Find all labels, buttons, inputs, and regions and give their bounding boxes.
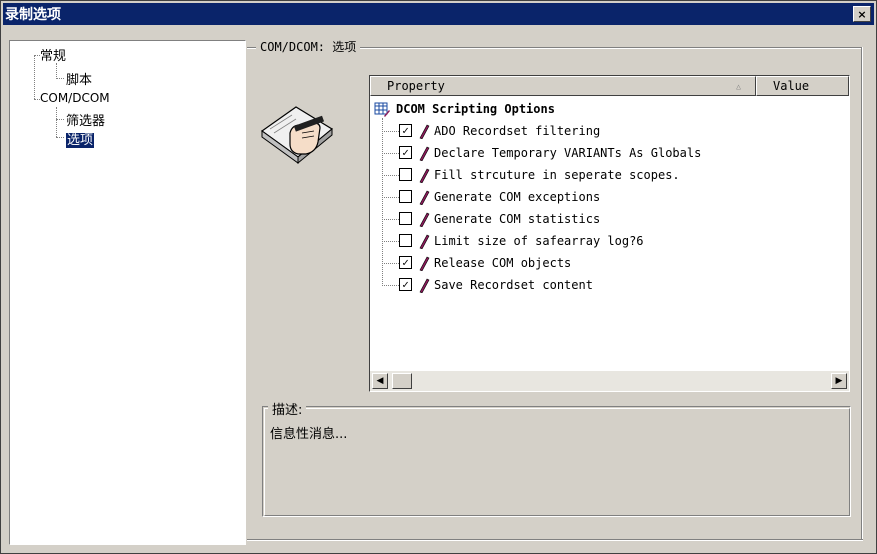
- window-title: 录制选项: [5, 7, 61, 23]
- option-label: Declare Temporary VARIANTs As Globals: [434, 146, 702, 160]
- tree-item-filter[interactable]: 筛选器: [66, 110, 105, 129]
- grid-item-row[interactable]: Generate COM statistics: [370, 208, 849, 230]
- option-checkbox[interactable]: ✓: [399, 124, 412, 137]
- horizontal-scrollbar[interactable]: ◀ ▶: [370, 371, 849, 391]
- grid-root-label: DCOM Scripting Options: [396, 102, 555, 116]
- option-label: Generate COM exceptions: [434, 190, 601, 204]
- group-title: COM/DCOM: 选项: [256, 38, 361, 55]
- grid-item-row[interactable]: Limit size of safearray log?6: [370, 230, 849, 252]
- option-checkbox[interactable]: ✓: [399, 256, 412, 269]
- option-checkbox[interactable]: [399, 190, 412, 203]
- sort-ascending-icon: △: [736, 82, 741, 91]
- option-label: Fill strcuture in seperate scopes.: [434, 168, 680, 182]
- hand-writing-book-icon: [260, 106, 334, 165]
- pencil-icon: [419, 212, 430, 227]
- grid-root-row[interactable]: DCOM Scripting Options: [370, 98, 849, 120]
- close-icon: ×: [857, 7, 867, 21]
- tree-item-options[interactable]: 选项: [64, 129, 96, 149]
- option-checkbox[interactable]: [399, 212, 412, 225]
- tree-item-com-dcom[interactable]: COM/DCOM: [40, 91, 110, 105]
- grid-item-row[interactable]: ✓ ADO Recordset filtering: [370, 120, 849, 142]
- option-checkbox[interactable]: [399, 234, 412, 247]
- option-checkbox[interactable]: ✓: [399, 146, 412, 159]
- options-tree[interactable]: 常规 脚本 COM/DCOM 筛选器 选项: [9, 40, 246, 545]
- option-label: Generate COM statistics: [434, 212, 601, 226]
- column-header-value[interactable]: Value: [756, 76, 849, 96]
- scroll-thumb[interactable]: [392, 373, 412, 389]
- option-label: ADO Recordset filtering: [434, 124, 601, 138]
- pencil-icon: [419, 146, 430, 161]
- tree-item-script[interactable]: 脚本: [66, 69, 92, 88]
- grid-header: Property △ Value: [370, 76, 849, 96]
- tree-item-general[interactable]: 常规: [40, 45, 66, 64]
- grid-item-row[interactable]: Generate COM exceptions: [370, 186, 849, 208]
- table-edit-icon: [374, 102, 390, 117]
- property-grid[interactable]: Property △ Value DCOM Scripting Options …: [369, 75, 850, 392]
- grid-item-row[interactable]: ✓ Save Recordset content: [370, 274, 849, 296]
- title-bar[interactable]: 录制选项 ×: [3, 3, 874, 25]
- option-label: Limit size of safearray log?6: [434, 234, 644, 248]
- arrow-left-icon: ◀: [376, 376, 384, 386]
- option-label: Save Recordset content: [434, 278, 593, 292]
- option-checkbox[interactable]: ✓: [399, 278, 412, 291]
- close-button[interactable]: ×: [853, 6, 871, 22]
- grid-item-row[interactable]: ✓ Release COM objects: [370, 252, 849, 274]
- option-checkbox[interactable]: [399, 168, 412, 181]
- scroll-left-button[interactable]: ◀: [372, 373, 388, 389]
- pencil-icon: [419, 190, 430, 205]
- description-text: 信息性消息...: [270, 427, 348, 442]
- pencil-icon: [419, 278, 430, 293]
- scroll-right-button[interactable]: ▶: [831, 373, 847, 389]
- pencil-icon: [419, 168, 430, 183]
- pencil-icon: [419, 234, 430, 249]
- grid-item-row[interactable]: Fill strcuture in seperate scopes.: [370, 164, 849, 186]
- arrow-right-icon: ▶: [835, 376, 843, 386]
- option-label: Release COM objects: [434, 256, 572, 270]
- grid-item-row[interactable]: ✓ Declare Temporary VARIANTs As Globals: [370, 142, 849, 164]
- pencil-icon: [419, 256, 430, 271]
- column-header-property[interactable]: Property △: [370, 76, 756, 96]
- pencil-icon: [419, 124, 430, 139]
- description-label: 描述:: [268, 399, 307, 418]
- description-box: [262, 406, 851, 517]
